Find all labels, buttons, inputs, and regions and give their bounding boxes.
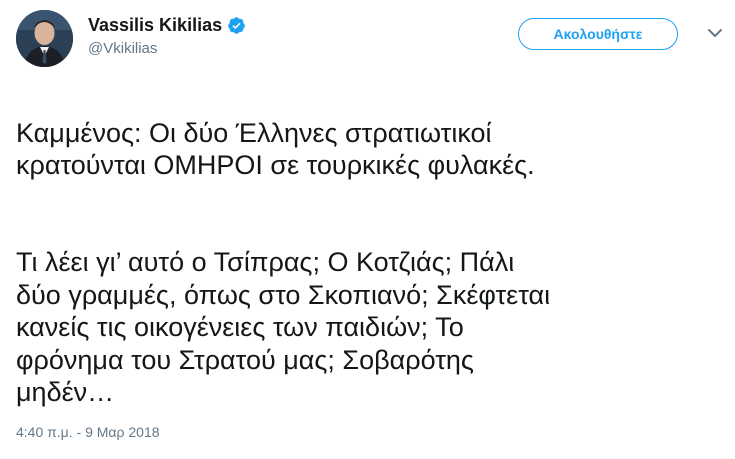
display-name-row: Vassilis Kikilias [88, 12, 246, 38]
follow-button[interactable]: Ακολουθήστε [518, 18, 678, 50]
tweet-card: Vassilis Kikilias @Vkikilias Ακολουθήστε… [0, 0, 735, 459]
author-info: Vassilis Kikilias @Vkikilias [88, 12, 246, 57]
tweet-paragraph: Καμμένος: Οι δύο Έλληνες στρατιωτικοί κρ… [16, 117, 535, 181]
display-name[interactable]: Vassilis Kikilias [88, 15, 222, 36]
tweet-text: Καμμένος: Οι δύο Έλληνες στρατιωτικοί κρ… [16, 84, 721, 441]
tweet-paragraph: Τι λέει γι’ αυτό ο Τσίπρας; Ο Κοτζιάς; Π… [16, 247, 551, 407]
avatar-image [16, 10, 73, 67]
tweet-timestamp[interactable]: 4:40 π.μ. - 9 Μαρ 2018 [16, 424, 160, 440]
chevron-down-icon[interactable] [706, 24, 724, 42]
author-handle[interactable]: @Vkikilias [88, 40, 246, 57]
avatar[interactable] [16, 10, 73, 67]
verified-badge-icon [227, 16, 246, 35]
tweet-header: Vassilis Kikilias @Vkikilias Ακολουθήστε [16, 6, 724, 68]
